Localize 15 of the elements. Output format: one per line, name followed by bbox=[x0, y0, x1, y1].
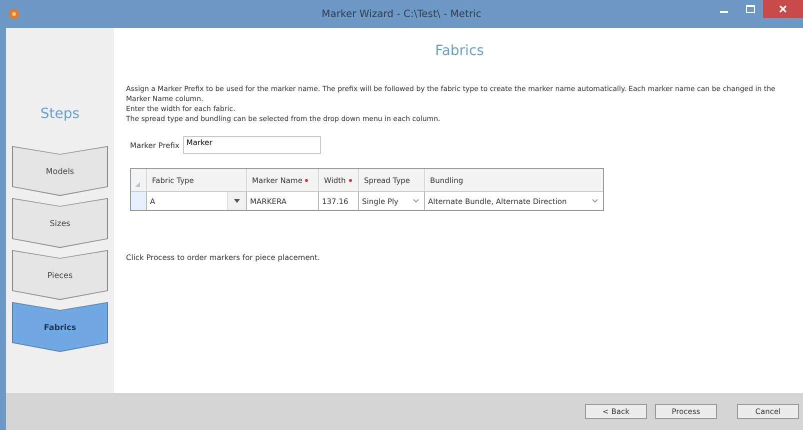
step-button[interactable]: Models bbox=[12, 146, 108, 196]
step-button[interactable]: Sizes bbox=[12, 198, 108, 248]
chevron-down-icon bbox=[413, 199, 419, 203]
page-title: Fabrics bbox=[435, 43, 484, 59]
close-button[interactable] bbox=[763, 0, 803, 18]
dropdown-arrow-icon bbox=[234, 199, 240, 203]
step-button[interactable]: Pieces bbox=[12, 250, 108, 300]
window-title: Marker Wizard - C:\Test\ - Metric bbox=[320, 8, 482, 20]
app-icon bbox=[8, 8, 20, 20]
step-button[interactable]: Fabrics bbox=[12, 302, 108, 352]
sidebar-title: Steps bbox=[40, 106, 80, 122]
maximize-icon bbox=[746, 5, 754, 13]
close-icon bbox=[779, 5, 787, 13]
triangle-icon bbox=[135, 182, 140, 187]
chevron-down-icon bbox=[592, 199, 598, 203]
